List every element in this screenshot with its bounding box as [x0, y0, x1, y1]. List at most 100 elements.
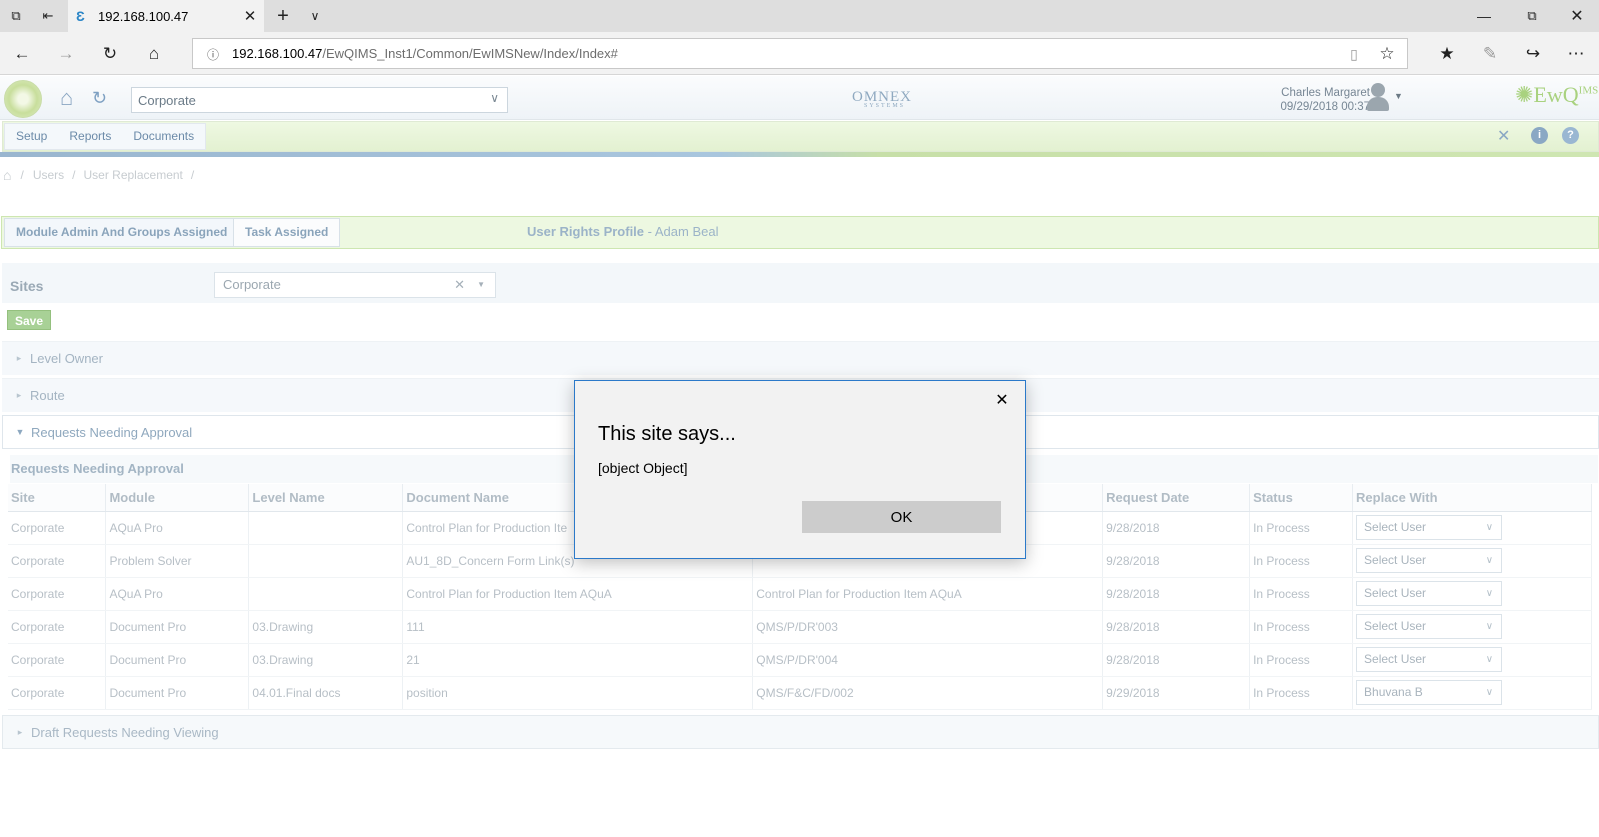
accordion-draft-requests[interactable]: ▸ Draft Requests Needing Viewing [2, 715, 1599, 749]
replace-user-value: Select User [1364, 619, 1427, 633]
cell-request-date: 9/28/2018 [1102, 610, 1251, 644]
set-aside-tabs-icon[interactable]: ⇤ [38, 6, 58, 26]
cell-status: In Process [1249, 511, 1354, 545]
back-icon[interactable]: ← [10, 42, 34, 66]
dialog-close-icon[interactable]: ✕ [988, 386, 1016, 414]
replace-user-value: Select User [1364, 652, 1427, 666]
app-home-icon[interactable]: ⌂ [60, 86, 86, 110]
app-logo-icon[interactable] [4, 80, 42, 118]
close-window-icon[interactable]: ✕ [1563, 5, 1591, 27]
breadcrumb-home-icon[interactable]: ⌂ [3, 167, 11, 183]
replace-user-value: Select User [1364, 553, 1427, 567]
breadcrumb-user-replacement[interactable]: User Replacement [84, 168, 183, 182]
tab-task-assigned[interactable]: Task Assigned [233, 218, 341, 247]
cell-module: Problem Solver [105, 544, 250, 578]
col-level-name[interactable]: Level Name [248, 484, 404, 512]
cell-module: Document Pro [105, 643, 250, 677]
profile-name: - Adam Beal [647, 224, 719, 239]
col-module[interactable]: Module [105, 484, 250, 512]
replace-user-select[interactable]: Select User ∨ [1356, 614, 1503, 639]
accordion-route-label: Route [30, 388, 65, 403]
user-avatar-icon[interactable] [1366, 81, 1390, 113]
new-tab-icon[interactable]: + [272, 5, 294, 27]
tab-actions-icon[interactable]: ⧉ [6, 6, 26, 26]
favorites-hub-icon[interactable]: ★ [1436, 44, 1458, 64]
col-request-date[interactable]: Request Date [1102, 484, 1251, 512]
col-status[interactable]: Status [1249, 484, 1354, 512]
table-row: Corporate Document Pro 03.Drawing 111 QM… [8, 610, 1592, 644]
info-icon[interactable]: i [1531, 127, 1548, 144]
replace-user-select[interactable]: Select User ∨ [1356, 548, 1503, 573]
cell-request-date: 9/28/2018 [1102, 643, 1251, 677]
tab-favicon-icon: Ɛ [76, 8, 85, 24]
dialog-ok-button[interactable]: OK [802, 501, 1001, 533]
nav-reports[interactable]: Reports [58, 124, 122, 149]
replace-user-select[interactable]: Bhuvana B ∨ [1356, 680, 1503, 705]
pin-icon[interactable]: ✕ [1497, 126, 1510, 146]
chevron-right-icon: ▸ [16, 353, 22, 363]
accordion-level-owner[interactable]: ▸ Level Owner [2, 341, 1599, 375]
replace-user-select[interactable]: Select User ∨ [1356, 647, 1503, 672]
col-site[interactable]: Site [8, 484, 107, 512]
chevron-down-icon: ∨ [1485, 555, 1494, 566]
help-icon[interactable]: ? [1562, 127, 1579, 144]
cell-status: In Process [1249, 643, 1354, 677]
col-replace-with[interactable]: Replace With [1352, 484, 1592, 512]
ewqims-logo: ✺EwQIMS [1515, 82, 1599, 107]
user-rights-profile-title: User Rights Profile - Adam Beal [527, 224, 718, 239]
chevron-down-icon[interactable]: ▼ [477, 273, 485, 297]
pen-notes-icon[interactable]: ✎ [1479, 44, 1501, 64]
cell-site: Corporate [8, 676, 107, 710]
home-icon[interactable]: ⌂ [142, 42, 166, 66]
close-tab-icon[interactable]: ✕ [240, 6, 260, 26]
omnex-logo-subtext: SYSTEMS [864, 103, 906, 109]
cell-status: In Process [1249, 577, 1354, 611]
replace-user-value: Select User [1364, 586, 1427, 600]
share-icon[interactable]: ↪ [1522, 44, 1544, 64]
cell-site: Corporate [8, 643, 107, 677]
profile-label: User Rights Profile [527, 224, 645, 239]
site-select[interactable]: Corporate ∨ [131, 87, 508, 113]
tab-list-chevron-icon[interactable]: ∨ [305, 6, 325, 26]
cell-document-name: 111 [402, 610, 754, 644]
app-refresh-icon[interactable]: ↻ [92, 88, 114, 108]
chevron-down-icon: ∨ [1485, 687, 1494, 698]
chevron-right-icon: ▸ [16, 390, 22, 400]
replace-user-select[interactable]: Select User ∨ [1356, 515, 1503, 540]
site-info-icon[interactable]: ⓘ [204, 45, 222, 63]
breadcrumb-sep: / [72, 168, 76, 182]
replace-user-select[interactable]: Select User ∨ [1356, 581, 1503, 606]
breadcrumb-users[interactable]: Users [33, 168, 64, 182]
nav-setup[interactable]: Setup [5, 124, 58, 149]
user-menu-caret-icon[interactable]: ▼ [1394, 91, 1403, 101]
table-row: Corporate AQuA Pro Control Plan for Prod… [8, 577, 1592, 611]
cell-request-date: 9/28/2018 [1102, 544, 1251, 578]
restore-icon[interactable]: ⧉ [1518, 5, 1546, 27]
cell-module: AQuA Pro [105, 577, 250, 611]
reading-view-icon[interactable]: ▯ [1343, 44, 1365, 64]
cell-level-name [248, 577, 404, 611]
cell-level-name [248, 544, 404, 578]
save-button[interactable]: Save [7, 310, 51, 330]
chevron-down-icon: ∨ [1485, 621, 1494, 632]
cell-status: In Process [1249, 544, 1354, 578]
cell-site: Corporate [8, 511, 107, 545]
cell-site: Corporate [8, 577, 107, 611]
chevron-down-icon: ∨ [490, 91, 499, 105]
cell-level-name: 03.Drawing [248, 643, 404, 677]
breadcrumb-sep: / [20, 168, 24, 182]
forward-icon[interactable]: → [54, 42, 78, 66]
more-icon[interactable]: ⋯ [1565, 44, 1587, 64]
accordion-level-owner-label: Level Owner [30, 351, 103, 366]
cell-replace-with: Select User ∨ [1352, 577, 1592, 611]
breadcrumb: ⌂ / Users / User Replacement / [0, 163, 1599, 187]
cell-status: In Process [1249, 610, 1354, 644]
cell-document-number: QMS/P/DR'004 [752, 643, 1104, 677]
minimize-icon[interactable]: — [1470, 5, 1498, 27]
favorite-star-icon[interactable]: ☆ [1376, 44, 1398, 64]
tab-module-admin[interactable]: Module Admin And Groups Assigned [4, 218, 240, 247]
refresh-icon[interactable]: ↻ [98, 42, 122, 66]
clear-icon[interactable]: ✕ [454, 273, 465, 297]
sites-select[interactable]: Corporate ✕ ▼ [214, 272, 496, 298]
nav-documents[interactable]: Documents [122, 124, 205, 149]
